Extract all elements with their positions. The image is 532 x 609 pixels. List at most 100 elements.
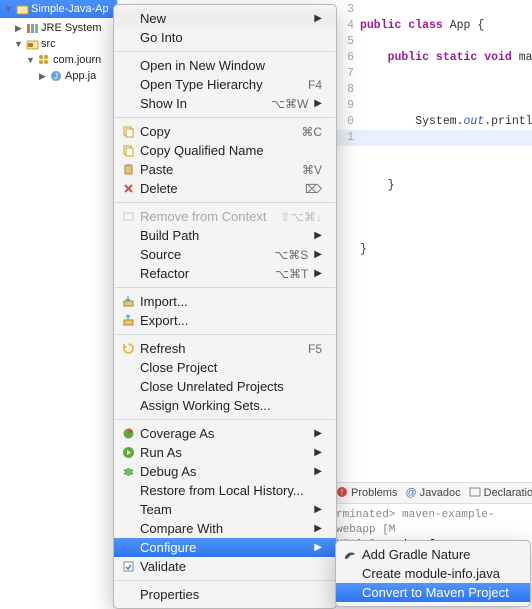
context-menu: New▶ Go Into Open in New Window Open Typ… — [113, 4, 337, 609]
problems-icon: ! — [336, 486, 348, 501]
submenu-arrow-icon: ▶ — [314, 523, 322, 534]
submenu-arrow-icon: ▶ — [314, 504, 322, 515]
menu-item-close-unrelated[interactable]: Close Unrelated Projects — [114, 377, 336, 396]
menu-item-compare-with[interactable]: Compare With▶ — [114, 519, 336, 538]
submenu-arrow-icon: ▶ — [314, 230, 322, 241]
tab-problems[interactable]: ! Problems — [336, 486, 397, 501]
tree-node-package[interactable]: ▼ com.journ — [4, 52, 117, 68]
project-header[interactable]: ▼ Simple-Java-Ap — [0, 0, 117, 18]
submenu-arrow-icon: ▶ — [314, 98, 322, 109]
project-icon — [15, 2, 29, 16]
submenu-arrow-icon: ▶ — [314, 13, 322, 24]
tree-node-jre[interactable]: ▶ JRE System — [4, 20, 117, 36]
twisty-icon: ▶ — [38, 71, 47, 82]
gradle-icon — [342, 547, 358, 563]
submenu-arrow-icon: ▶ — [314, 542, 322, 553]
menu-item-export[interactable]: Export... — [114, 311, 336, 330]
menu-item-configure[interactable]: Configure▶ — [114, 538, 336, 557]
coverage-icon — [120, 426, 136, 442]
export-icon — [120, 313, 136, 329]
package-icon — [37, 53, 51, 67]
twisty-icon: ▼ — [26, 55, 35, 65]
tree-node-file[interactable]: ▶ J App.ja — [4, 68, 117, 84]
menu-item-restore-history[interactable]: Restore from Local History... — [114, 481, 336, 500]
twisty-icon: ▼ — [4, 4, 13, 14]
run-icon — [120, 445, 136, 461]
paste-icon — [120, 162, 136, 178]
submenu-arrow-icon: ▶ — [314, 249, 322, 260]
menu-item-show-in[interactable]: Show In⌥⌘W▶ — [114, 94, 336, 113]
menu-separator — [115, 334, 335, 335]
tree-node-src[interactable]: ▼ src — [4, 36, 117, 52]
tab-declaration[interactable]: Declaratio — [469, 486, 532, 501]
menu-separator — [115, 287, 335, 288]
bottom-tab-bar: ! Problems @ Javadoc Declaratio — [330, 482, 532, 504]
delete-icon — [120, 181, 136, 197]
menu-item-copy-qualified[interactable]: Copy Qualified Name — [114, 141, 336, 160]
code-content: public class App { public static void ma… — [360, 2, 532, 290]
tree-label: JRE System — [41, 22, 102, 34]
menu-separator — [115, 117, 335, 118]
javadoc-icon: @ — [405, 487, 416, 499]
menu-item-open-new-window[interactable]: Open in New Window — [114, 56, 336, 75]
menu-item-delete[interactable]: Delete⌦ — [114, 179, 336, 198]
tab-label: Declaratio — [484, 487, 532, 499]
menu-item-go-into[interactable]: Go Into — [114, 28, 336, 47]
tab-label: Problems — [351, 487, 397, 499]
copy-icon — [120, 124, 136, 140]
twisty-icon: ▼ — [14, 39, 23, 49]
java-file-icon: J — [49, 69, 63, 83]
source-folder-icon — [25, 37, 39, 51]
menu-item-validate[interactable]: Validate — [114, 557, 336, 576]
menu-item-refresh[interactable]: RefreshF5 — [114, 339, 336, 358]
remove-context-icon — [120, 209, 136, 225]
submenu-arrow-icon: ▶ — [314, 447, 322, 458]
project-explorer: ▼ Simple-Java-Ap ▶ JRE System ▼ src ▼ co… — [0, 0, 118, 600]
project-tree: ▶ JRE System ▼ src ▼ com.journ ▶ J App.j… — [0, 18, 117, 84]
code-editor[interactable]: 345678901 public class App { public stat… — [330, 0, 532, 498]
menu-item-import[interactable]: Import... — [114, 292, 336, 311]
configure-submenu: Add Gradle Nature Create module-info.jav… — [335, 540, 531, 607]
menu-item-debug-as[interactable]: Debug As▶ — [114, 462, 336, 481]
menu-item-run-as[interactable]: Run As▶ — [114, 443, 336, 462]
debug-icon — [120, 464, 136, 480]
library-icon — [25, 21, 39, 35]
submenu-arrow-icon: ▶ — [314, 268, 322, 279]
menu-item-remove-context: Remove from Context⇧⌥⌘↓ — [114, 207, 336, 226]
menu-separator — [115, 580, 335, 581]
submenu-arrow-icon: ▶ — [314, 466, 322, 477]
twisty-icon: ▶ — [14, 23, 23, 34]
tab-label: Javadoc — [420, 487, 461, 499]
menu-item-coverage-as[interactable]: Coverage As▶ — [114, 424, 336, 443]
project-name: Simple-Java-Ap — [31, 3, 109, 15]
menu-item-build-path[interactable]: Build Path▶ — [114, 226, 336, 245]
menu-separator — [115, 419, 335, 420]
declaration-icon — [469, 486, 481, 501]
menu-item-copy[interactable]: Copy⌘C — [114, 122, 336, 141]
menu-item-open-type-hierarchy[interactable]: Open Type HierarchyF4 — [114, 75, 336, 94]
tree-label: com.journ — [53, 54, 101, 66]
tree-label: src — [41, 38, 56, 50]
submenu-item-convert-maven[interactable]: Convert to Maven Project — [336, 583, 530, 602]
menu-item-close-project[interactable]: Close Project — [114, 358, 336, 377]
menu-item-new[interactable]: New▶ — [114, 9, 336, 28]
validate-icon — [120, 559, 136, 575]
refresh-icon — [120, 341, 136, 357]
submenu-arrow-icon: ▶ — [314, 428, 322, 439]
submenu-item-create-module-info[interactable]: Create module-info.java — [336, 564, 530, 583]
menu-item-refactor[interactable]: Refactor⌥⌘T▶ — [114, 264, 336, 283]
copy-icon — [120, 143, 136, 159]
menu-separator — [115, 202, 335, 203]
menu-item-assign-working-sets[interactable]: Assign Working Sets... — [114, 396, 336, 415]
menu-item-properties[interactable]: Properties — [114, 585, 336, 604]
console-header: rminated> maven-example-webapp [M — [336, 508, 526, 538]
menu-item-source[interactable]: Source⌥⌘S▶ — [114, 245, 336, 264]
svg-text:!: ! — [341, 488, 343, 497]
menu-item-paste[interactable]: Paste⌘V — [114, 160, 336, 179]
tab-javadoc[interactable]: @ Javadoc — [405, 487, 460, 499]
svg-text:J: J — [54, 72, 58, 81]
tree-label: App.ja — [65, 70, 96, 82]
menu-item-team[interactable]: Team▶ — [114, 500, 336, 519]
submenu-item-add-gradle[interactable]: Add Gradle Nature — [336, 545, 530, 564]
menu-separator — [115, 51, 335, 52]
